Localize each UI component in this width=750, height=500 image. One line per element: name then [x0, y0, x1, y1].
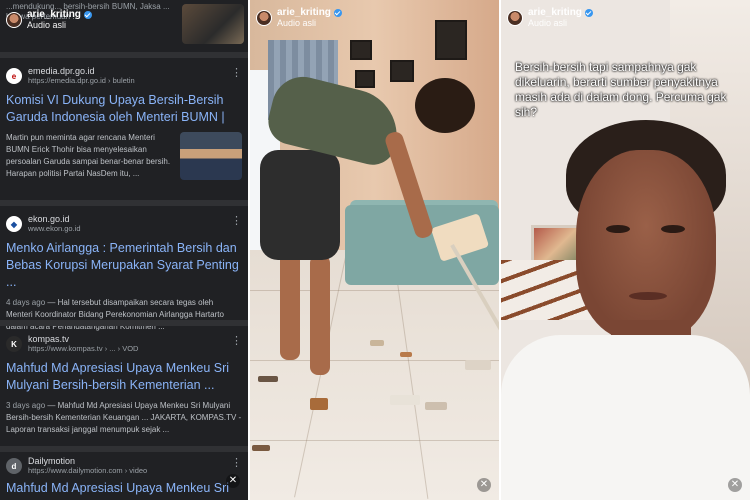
- result-title[interactable]: Mahfud Md Apresiasi Upaya Menkeu Sri: [6, 480, 242, 497]
- trash: [390, 395, 420, 405]
- divider: [0, 52, 248, 58]
- wall-frame: [350, 40, 372, 60]
- avatar[interactable]: [507, 10, 523, 26]
- site-favicon-icon: ◆: [6, 216, 22, 232]
- site-url[interactable]: https://www.kompas.tv › ... › VOD: [28, 344, 138, 354]
- divider: [0, 320, 248, 326]
- site-url[interactable]: www.ekon.go.id: [28, 224, 81, 234]
- top-thumbnail[interactable]: [182, 4, 244, 44]
- leg: [310, 255, 330, 375]
- speaker-muted-icon[interactable]: ✕: [728, 478, 742, 492]
- eye: [606, 225, 630, 233]
- username[interactable]: arie_kriting: [27, 10, 81, 20]
- eye: [661, 225, 685, 233]
- trash: [310, 398, 328, 410]
- audio-label[interactable]: Audio asli: [528, 18, 593, 28]
- trash: [465, 360, 491, 370]
- result-title[interactable]: Komisi VI Dukung Upaya Bersih-Bersih Gar…: [6, 92, 242, 126]
- site-name: ekon.go.id: [28, 214, 70, 224]
- kebab-menu-icon[interactable]: ⋮: [231, 216, 242, 227]
- speaker-muted-icon[interactable]: ✕: [226, 474, 240, 488]
- wall-frame: [390, 60, 414, 82]
- search-result[interactable]: ◆ ekon.go.id www.ekon.go.id ⋮ Menko Airl…: [6, 214, 242, 333]
- site-url[interactable]: https://emedia.dpr.go.id › buletin: [28, 76, 135, 86]
- search-results-panel: ...mendukung... bersih-bersih BUMN, Jaks…: [0, 0, 248, 500]
- divider: [0, 446, 248, 452]
- result-age: 3 days ago: [6, 401, 46, 410]
- avatar[interactable]: [6, 12, 22, 28]
- avatar[interactable]: [256, 10, 272, 26]
- speaker-muted-icon[interactable]: ✕: [477, 478, 491, 492]
- shorts: [260, 150, 340, 260]
- reel-header: arie_kriting Audio asli: [507, 8, 593, 28]
- search-result[interactable]: e emedia.dpr.go.id https://emedia.dpr.go…: [6, 66, 242, 180]
- trash: [258, 376, 278, 382]
- divider: [0, 200, 248, 206]
- reel-header: arie_kriting Audio asli: [256, 8, 342, 28]
- result-thumbnail[interactable]: [180, 132, 242, 180]
- search-result[interactable]: d Dailymotion https://www.dailymotion.co…: [6, 456, 242, 497]
- kebab-menu-icon[interactable]: ⋮: [231, 68, 242, 79]
- verified-badge-icon: [83, 11, 92, 19]
- result-snippet: 4 days ago — Hal tersebut disampaikan se…: [6, 297, 242, 333]
- result-age: 4 days ago: [6, 298, 46, 307]
- site-favicon-icon: K: [6, 336, 22, 352]
- leg: [280, 250, 300, 360]
- site-name: emedia.dpr.go.id: [28, 66, 95, 76]
- result-title[interactable]: Menko Airlangga : Pemerintah Bersih dan …: [6, 240, 242, 291]
- result-title[interactable]: Mahfud Md Apresiasi Upaya Menkeu Sri Mul…: [6, 360, 242, 394]
- kebab-menu-icon[interactable]: ⋮: [231, 336, 242, 347]
- mouth: [629, 292, 667, 300]
- username[interactable]: arie_kriting: [277, 8, 331, 18]
- site-url[interactable]: https://www.dailymotion.com › video: [28, 466, 147, 476]
- head: [415, 78, 475, 133]
- site-favicon-icon: e: [6, 68, 22, 84]
- username[interactable]: arie_kriting: [528, 8, 582, 18]
- white-shirt: [501, 335, 750, 500]
- verified-badge-icon: [333, 9, 342, 17]
- trash: [425, 402, 447, 410]
- reel-video-selfie[interactable]: arie_kriting Audio asli Bersih-bersih ta…: [501, 0, 750, 500]
- audio-label[interactable]: Audio asli: [277, 18, 342, 28]
- result-snippet: Martin pun meminta agar rencana Menteri …: [6, 133, 171, 178]
- trash: [400, 352, 412, 357]
- reel-video-cleaning[interactable]: arie_kriting Audio asli ✕: [250, 0, 499, 500]
- face: [576, 150, 716, 340]
- result-snippet: 3 days ago — Mahfud Md Apresiasi Upaya M…: [6, 400, 242, 436]
- site-name: Dailymotion: [28, 456, 76, 466]
- trash: [252, 445, 270, 451]
- reel-header: arie_kriting Audio asli: [6, 10, 92, 30]
- wall-frame: [355, 70, 375, 88]
- search-result[interactable]: K kompas.tv https://www.kompas.tv › ... …: [6, 334, 242, 436]
- site-name: kompas.tv: [28, 334, 70, 344]
- video-caption: Bersih-bersih tapi sampahnya gak dikelua…: [515, 60, 727, 119]
- verified-badge-icon: [584, 9, 593, 17]
- kebab-menu-icon[interactable]: ⋮: [231, 458, 242, 469]
- trash: [370, 340, 384, 346]
- wall-frame: [435, 20, 467, 60]
- site-favicon-icon: d: [6, 458, 22, 474]
- audio-label[interactable]: Audio asli: [27, 20, 92, 30]
